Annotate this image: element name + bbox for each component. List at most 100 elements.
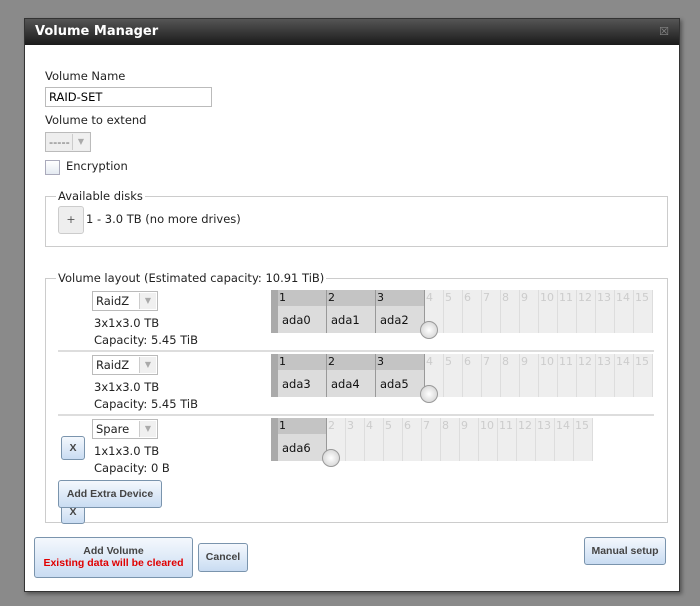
disk-slot: 7 <box>422 418 441 461</box>
slot-number: 15 <box>635 291 649 304</box>
disk-slot: 10 <box>539 354 558 397</box>
vdev-capacity: Capacity: 5.45 TiB <box>94 397 198 411</box>
vdev-description: 1x1x3.0 TB <box>94 444 160 458</box>
slot-number: 8 <box>502 355 509 368</box>
row-separator <box>58 414 654 416</box>
disk-slot: 9 <box>460 418 479 461</box>
slot-number: 15 <box>635 355 649 368</box>
slot-number: 14 <box>556 419 570 432</box>
disk-name: ada4 <box>331 377 360 391</box>
vdev-type-select[interactable]: RaidZ ▼ <box>92 355 158 375</box>
disk-slot: 14 <box>555 418 574 461</box>
vdev-type-select[interactable]: Spare ▼ <box>92 419 158 439</box>
disk-slot[interactable]: 1 ada0 <box>278 290 327 333</box>
available-disks-text: 1 - 3.0 TB (no more drives) <box>86 212 241 226</box>
slot-number: 2 <box>328 419 335 432</box>
slot-number: 12 <box>578 291 592 304</box>
slot-number: 1 <box>279 291 286 304</box>
add-volume-warning: Existing data will be cleared <box>43 557 184 569</box>
disk-slot: 5 <box>444 290 463 333</box>
slot-number: 14 <box>616 355 630 368</box>
vdev-type-value: RaidZ <box>96 358 130 372</box>
disk-slot[interactable]: 1 ada6 <box>278 418 327 461</box>
slot-number: 13 <box>597 291 611 304</box>
disk-slot: 7 <box>482 354 501 397</box>
disk-slot: 11 <box>558 290 577 333</box>
chevron-down-icon: ▼ <box>139 421 156 437</box>
encryption-label: Encryption <box>66 159 128 173</box>
slot-number: 9 <box>521 355 528 368</box>
volume-name-input[interactable] <box>45 87 212 107</box>
slot-number: 1 <box>279 419 286 432</box>
slot-number: 12 <box>578 355 592 368</box>
disk-slot[interactable]: 3 ada2 <box>376 290 425 333</box>
disk-slot: 14 <box>615 354 634 397</box>
vdev-capacity: Capacity: 5.45 TiB <box>94 333 198 347</box>
disk-grid: 1 ada0 2 ada1 3 ada2 4 5 6 7 8 9 10 11 12 13 14 15 <box>271 290 653 339</box>
resize-handle[interactable] <box>420 321 438 339</box>
slot-number: 3 <box>377 355 384 368</box>
disk-slot[interactable]: 2 ada4 <box>327 354 376 397</box>
slot-number: 1 <box>279 355 286 368</box>
disk-slot: 4 <box>365 418 384 461</box>
slot-number: 5 <box>385 419 392 432</box>
slot-number: 2 <box>328 355 335 368</box>
disk-slot: 10 <box>539 290 558 333</box>
disk-name: ada3 <box>282 377 311 391</box>
slot-number: 14 <box>616 291 630 304</box>
encryption-checkbox[interactable] <box>45 160 60 175</box>
disk-grid: 1 ada3 2 ada4 3 ada5 4 5 6 7 8 9 10 11 12 13 14 15 <box>271 354 653 403</box>
disk-slot: 12 <box>577 290 596 333</box>
manual-setup-button[interactable]: Manual setup <box>584 537 666 565</box>
cancel-button[interactable]: Cancel <box>198 543 248 572</box>
slot-number: 15 <box>575 419 589 432</box>
add-volume-label: Add Volume <box>83 545 144 557</box>
disk-slot: 13 <box>596 290 615 333</box>
slot-number: 6 <box>464 291 471 304</box>
vdev-description: 3x1x3.0 TB <box>94 316 160 330</box>
disk-slot[interactable]: 1 ada3 <box>278 354 327 397</box>
disk-slot: 6 <box>463 354 482 397</box>
disk-slot[interactable]: 3 ada5 <box>376 354 425 397</box>
disk-slot: 9 <box>520 354 539 397</box>
vdev-type-select[interactable]: RaidZ ▼ <box>92 291 158 311</box>
disk-slot: 7 <box>482 290 501 333</box>
disk-slot[interactable]: 2 ada1 <box>327 290 376 333</box>
slot-number: 10 <box>540 291 554 304</box>
slot-number: 3 <box>377 291 384 304</box>
add-disk-button[interactable]: + <box>58 206 84 234</box>
slot-number: 13 <box>537 419 551 432</box>
add-extra-device-button[interactable]: Add Extra Device <box>58 480 162 508</box>
volume-to-extend-value: ----- <box>49 135 70 149</box>
disk-slot: 11 <box>498 418 517 461</box>
slot-number: 13 <box>597 355 611 368</box>
volume-name-label: Volume Name <box>45 69 126 83</box>
add-volume-button[interactable]: Add Volume Existing data will be cleared <box>34 537 193 578</box>
volume-to-extend-select[interactable]: ----- ▼ <box>45 132 91 152</box>
disk-slot: 10 <box>479 418 498 461</box>
disk-slot: 8 <box>441 418 460 461</box>
chevron-down-icon: ▼ <box>139 293 156 309</box>
vdev-type-value: RaidZ <box>96 294 130 308</box>
slot-number: 2 <box>328 291 335 304</box>
dialog-title: Volume Manager <box>35 24 159 39</box>
resize-handle[interactable] <box>322 449 340 467</box>
chevron-down-icon: ▼ <box>72 134 89 150</box>
disk-slot: 9 <box>520 290 539 333</box>
close-icon[interactable]: ☒ <box>659 19 669 45</box>
slot-number: 9 <box>521 291 528 304</box>
disk-slot: 13 <box>536 418 555 461</box>
disk-slot: 15 <box>574 418 593 461</box>
slot-number: 9 <box>461 419 468 432</box>
vdev-description: 3x1x3.0 TB <box>94 380 160 394</box>
chevron-down-icon: ▼ <box>139 357 156 373</box>
disk-name: ada2 <box>380 313 409 327</box>
slot-number: 10 <box>540 355 554 368</box>
resize-handle[interactable] <box>420 385 438 403</box>
slot-number: 4 <box>426 355 433 368</box>
dialog-titlebar: Volume Manager ☒ <box>25 19 679 45</box>
slot-number: 4 <box>426 291 433 304</box>
remove-row-button[interactable]: X <box>61 436 85 460</box>
slot-number: 12 <box>518 419 532 432</box>
slot-number: 8 <box>502 291 509 304</box>
